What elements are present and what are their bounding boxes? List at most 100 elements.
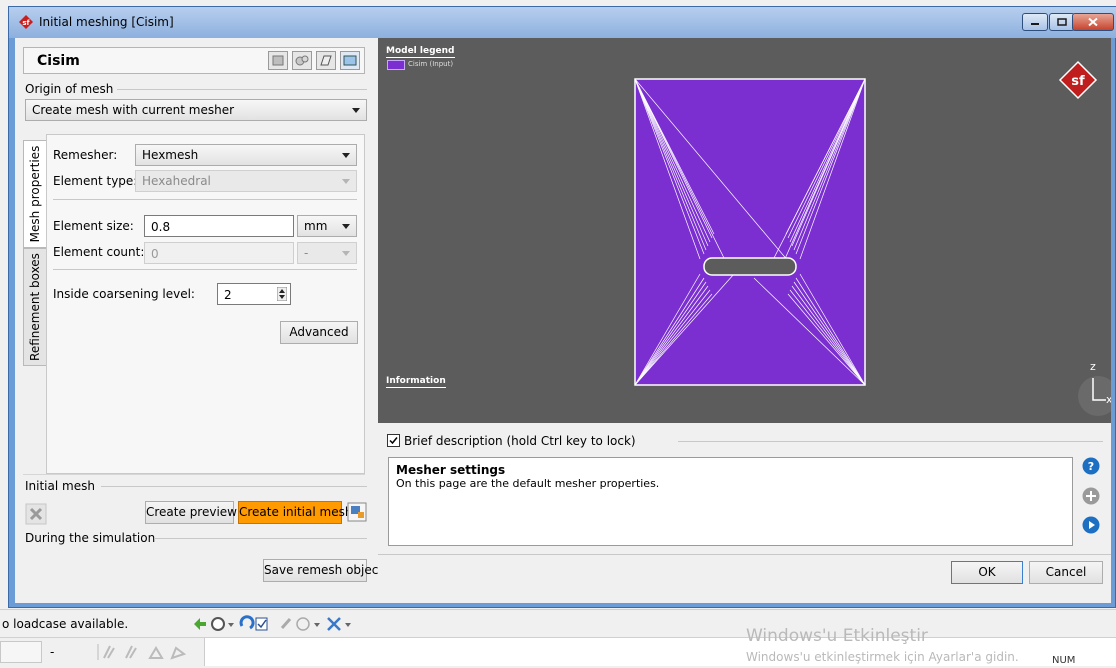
element-size-unit: mm [304, 219, 328, 233]
activation-title: Windows'u Etkinleştir [746, 626, 928, 646]
origin-section-label: Origin of mesh [25, 82, 114, 96]
legend-item-label: Cisim (Input) [408, 60, 454, 68]
description-heading: Mesher settings [396, 463, 506, 477]
tab-refinement-boxes-label: Refinement boxes [28, 253, 42, 361]
view-screen-icon[interactable] [340, 51, 360, 70]
initial-mesh-section-label: Initial mesh [25, 479, 95, 493]
separator [678, 441, 1103, 442]
refresh-icon [239, 615, 255, 630]
chevron-down-icon [342, 224, 350, 229]
remesher-select[interactable]: Hexmesh [135, 144, 357, 166]
separator [101, 486, 367, 487]
element-size-input[interactable]: 0.8 [144, 215, 294, 237]
element-type-select: Hexahedral [135, 170, 357, 192]
element-count-value: 0 [151, 247, 159, 261]
window-title: Initial meshing [Cisim] [39, 15, 174, 29]
separator [53, 199, 357, 200]
axis-triad-icon[interactable]: z x [1068, 356, 1111, 416]
mesh-info-icon[interactable] [347, 502, 367, 522]
tab-mesh-properties-label: Mesh properties [28, 145, 42, 243]
legend-swatch [387, 60, 405, 70]
ok-button[interactable]: OK [951, 561, 1023, 584]
create-initial-mesh-button[interactable]: Create initial mesh [238, 501, 352, 524]
element-size-label: Element size: [53, 219, 134, 233]
create-preview-button[interactable]: Create preview [145, 501, 237, 524]
model-viewport[interactable]: Model legend Cisim (Input) sf Informatio… [378, 38, 1111, 423]
app-logo-icon: sf [19, 15, 33, 29]
view-box-icon[interactable] [268, 51, 288, 70]
delete-mesh-icon[interactable] [25, 503, 47, 525]
minimize-icon [1031, 23, 1039, 25]
model-legend-title: Model legend [386, 46, 455, 58]
clock-icon [296, 617, 310, 631]
mesh-tabs: Mesh properties Refinement boxes Remeshe… [23, 134, 365, 474]
coarsening-label: Inside coarsening level: [53, 287, 195, 301]
stop-icon [211, 617, 225, 631]
num-lock-indicator: NUM [1052, 655, 1076, 666]
view-parts-icon[interactable] [292, 51, 312, 70]
chevron-down-icon [342, 179, 350, 184]
dialog-window: sf Initial meshing [Cisim] Cisim Origin … [8, 6, 1116, 608]
tab-mesh-properties[interactable]: Mesh properties [23, 140, 47, 248]
play-icon[interactable] [1082, 516, 1100, 534]
cancel-button[interactable]: Cancel [1029, 561, 1103, 584]
dialog-client: Cisim Origin of mesh Create mesh with cu… [15, 38, 1111, 603]
tab-strip: Mesh properties Refinement boxes [23, 134, 47, 474]
element-count-unit-select: - [297, 242, 357, 264]
chevron-down-icon [342, 153, 350, 158]
origin-select[interactable]: Create mesh with current mesher [25, 99, 367, 121]
remesher-label: Remesher: [53, 148, 118, 162]
title-bar[interactable]: sf Initial meshing [Cisim] [9, 7, 1116, 38]
maximize-icon [1057, 18, 1067, 26]
element-size-value: 0.8 [151, 220, 171, 234]
object-name: Cisim [37, 53, 80, 69]
tab-refinement-boxes[interactable]: Refinement boxes [23, 248, 47, 366]
save-remesh-object-button[interactable]: Save remesh object [263, 559, 383, 582]
element-count-input: 0 [144, 242, 294, 264]
simulation-section-label: During the simulation [25, 531, 156, 545]
brush-icon [280, 618, 292, 629]
brief-description-checkbox[interactable] [387, 434, 400, 447]
close-button[interactable] [1072, 13, 1114, 31]
spin-arrows-icon[interactable] [277, 287, 287, 301]
advanced-button[interactable]: Advanced [280, 321, 358, 344]
toolbar-icons[interactable] [190, 614, 420, 634]
svg-text:sf: sf [22, 19, 30, 27]
loadcase-status: o loadcase available. [2, 617, 129, 631]
element-count-label: Element count: [53, 245, 145, 259]
status-field-2: - [50, 645, 55, 659]
separator [378, 554, 1111, 555]
separator [154, 538, 367, 539]
element-type-value: Hexahedral [142, 174, 211, 188]
description-body: On this page are the default mesher prop… [396, 477, 660, 490]
tools-icon [327, 617, 341, 631]
minimize-button[interactable] [1022, 13, 1048, 31]
separator [23, 474, 365, 475]
object-header: Cisim [23, 47, 365, 74]
brief-description-label: Brief description (hold Ctrl key to lock… [404, 434, 636, 448]
activation-subtitle: Windows'u etkinleştirmek için Ayarlar'a … [746, 650, 1019, 664]
view-surface-icon[interactable] [316, 51, 336, 70]
close-icon [1088, 17, 1098, 27]
axis-x-label: x [1106, 393, 1111, 406]
description-area: Brief description (hold Ctrl key to lock… [378, 424, 1111, 603]
help-icon[interactable]: ? [1082, 457, 1100, 475]
origin-select-value: Create mesh with current mesher [32, 103, 235, 117]
svg-text:?: ? [1088, 460, 1094, 473]
simulation-toolbar: o loadcase available. [0, 609, 1116, 637]
disabled-tools-icons [97, 644, 187, 660]
logo-text: sf [1071, 74, 1085, 89]
status-field [0, 641, 42, 663]
run-icon [194, 618, 206, 630]
information-label: Information [386, 376, 446, 388]
element-count-unit: - [304, 246, 309, 260]
chevron-down-icon [342, 251, 350, 256]
element-size-unit-select[interactable]: mm [297, 215, 357, 237]
chevron-down-icon [352, 108, 360, 113]
sf-logo-icon: sf [1058, 60, 1098, 100]
coarsening-spinbox[interactable]: 2 [217, 283, 291, 305]
settings-panel: Cisim Origin of mesh Create mesh with cu… [15, 38, 383, 603]
expand-icon[interactable] [1082, 487, 1100, 505]
description-box: Mesher settings On this page are the def… [388, 457, 1073, 546]
remesher-value: Hexmesh [142, 148, 199, 162]
